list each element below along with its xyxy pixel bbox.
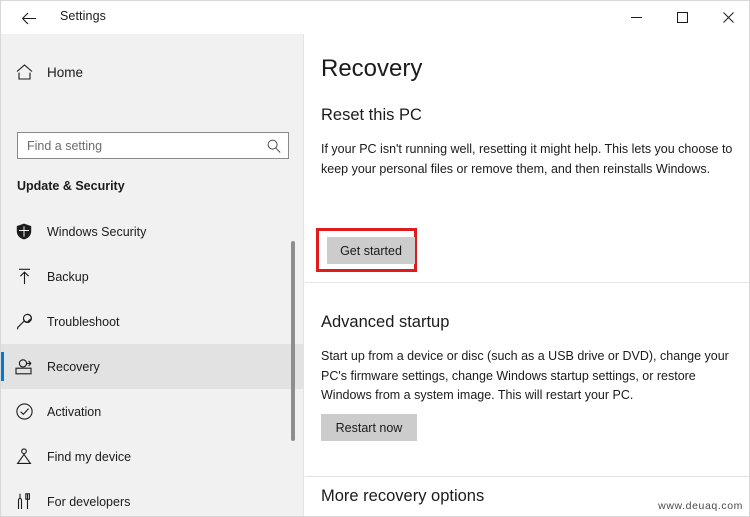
maximize-icon[interactable] — [659, 1, 705, 34]
search-input[interactable] — [18, 138, 260, 153]
title-bar: Settings — [1, 1, 749, 34]
search-box[interactable] — [17, 132, 289, 159]
home-icon — [1, 64, 47, 80]
minimize-icon[interactable] — [613, 1, 659, 34]
sidebar-item-home[interactable]: Home — [1, 54, 303, 90]
page-title: Recovery — [321, 55, 423, 82]
sidebar-item-label: Troubleshoot — [47, 314, 120, 329]
back-arrow-icon[interactable] — [15, 6, 43, 30]
section-divider — [305, 476, 749, 477]
sidebar-item-label: Backup — [47, 269, 89, 284]
section-divider — [305, 282, 749, 283]
sidebar-group-title: Update & Security — [17, 179, 125, 193]
watermark: www.deuaq.com — [658, 500, 743, 512]
sidebar-scrollbar-track[interactable] — [291, 34, 300, 516]
section-heading-advanced-startup: Advanced startup — [321, 313, 450, 331]
close-icon[interactable] — [705, 1, 749, 34]
sidebar-item-label: For developers — [47, 494, 131, 509]
sidebar-item-find-my-device[interactable]: Find my device — [1, 434, 303, 479]
sidebar-scrollbar-thumb[interactable] — [291, 241, 295, 441]
sidebar-item-label: Windows Security — [47, 224, 147, 239]
sidebar-item-backup[interactable]: Backup — [1, 254, 303, 299]
shield-icon — [1, 223, 47, 240]
restart-now-button[interactable]: Restart now — [321, 414, 417, 441]
sidebar-item-label: Recovery — [47, 359, 100, 374]
sidebar-nav-list: Windows Security Backup Troubleshoot Rec… — [1, 209, 303, 516]
section-body-advanced-startup: Start up from a device or disc (such as … — [321, 349, 729, 402]
section-heading-more-recovery-options: More recovery options — [321, 487, 485, 505]
sidebar-item-label: Activation — [47, 404, 102, 419]
app-title: Settings — [60, 9, 106, 23]
tools-icon — [1, 493, 47, 510]
settings-window: Settings Home Find a setting Update & Se… — [0, 0, 750, 517]
sidebar: Home Update & Security — [1, 34, 304, 516]
sidebar-item-activation[interactable]: Activation — [1, 389, 303, 434]
backup-upload-icon — [1, 268, 47, 285]
location-pin-icon — [1, 448, 47, 465]
main-content: Recovery Reset this PC If your PC isn't … — [305, 34, 749, 516]
section-heading-reset-this-pc: Reset this PC — [321, 106, 422, 124]
wrench-icon — [1, 313, 47, 330]
window-controls — [613, 1, 749, 34]
sidebar-item-troubleshoot[interactable]: Troubleshoot — [1, 299, 303, 344]
sidebar-item-label: Find my device — [47, 449, 132, 464]
sidebar-item-for-developers[interactable]: For developers — [1, 479, 303, 516]
sidebar-item-recovery[interactable]: Recovery — [1, 344, 303, 389]
sidebar-home-label: Home — [47, 64, 84, 80]
check-circle-icon — [1, 403, 47, 420]
search-icon[interactable] — [260, 139, 288, 153]
get-started-button[interactable]: Get started — [327, 237, 415, 264]
sidebar-item-windows-security[interactable]: Windows Security — [1, 209, 303, 254]
section-body-reset-this-pc: If your PC isn't running well, resetting… — [321, 142, 733, 176]
recovery-icon — [1, 358, 47, 375]
